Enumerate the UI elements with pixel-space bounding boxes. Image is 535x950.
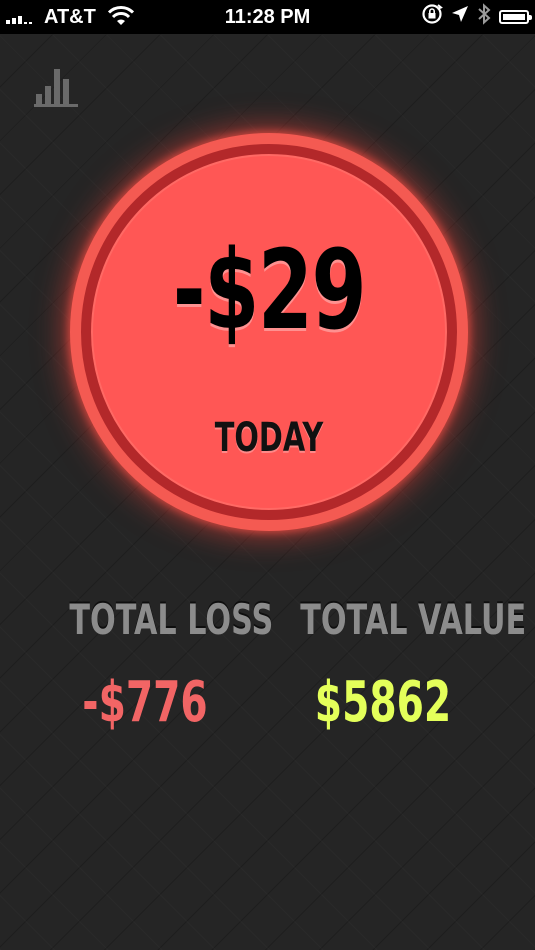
today-circle[interactable]: -$29 TODAY [70, 133, 468, 531]
location-icon [451, 5, 469, 29]
total-value-label: TOTAL VALUE [300, 595, 527, 644]
bluetooth-icon [477, 3, 491, 31]
stats-button[interactable] [34, 66, 78, 108]
today-label: TODAY [214, 415, 324, 461]
total-loss-block: TOTAL LOSS -$776 [40, 595, 274, 736]
total-loss-value: -$776 [82, 670, 208, 735]
total-value-amount: $5862 [314, 670, 452, 735]
battery-icon [499, 10, 532, 24]
rotation-lock-icon [421, 3, 443, 31]
total-value-block: TOTAL VALUE $5862 [268, 595, 527, 736]
status-bar: AT&T 11:28 PM [0, 0, 535, 34]
today-amount: -$29 [172, 226, 367, 354]
bar-chart-icon [34, 69, 78, 107]
total-loss-label: TOTAL LOSS [69, 595, 274, 644]
